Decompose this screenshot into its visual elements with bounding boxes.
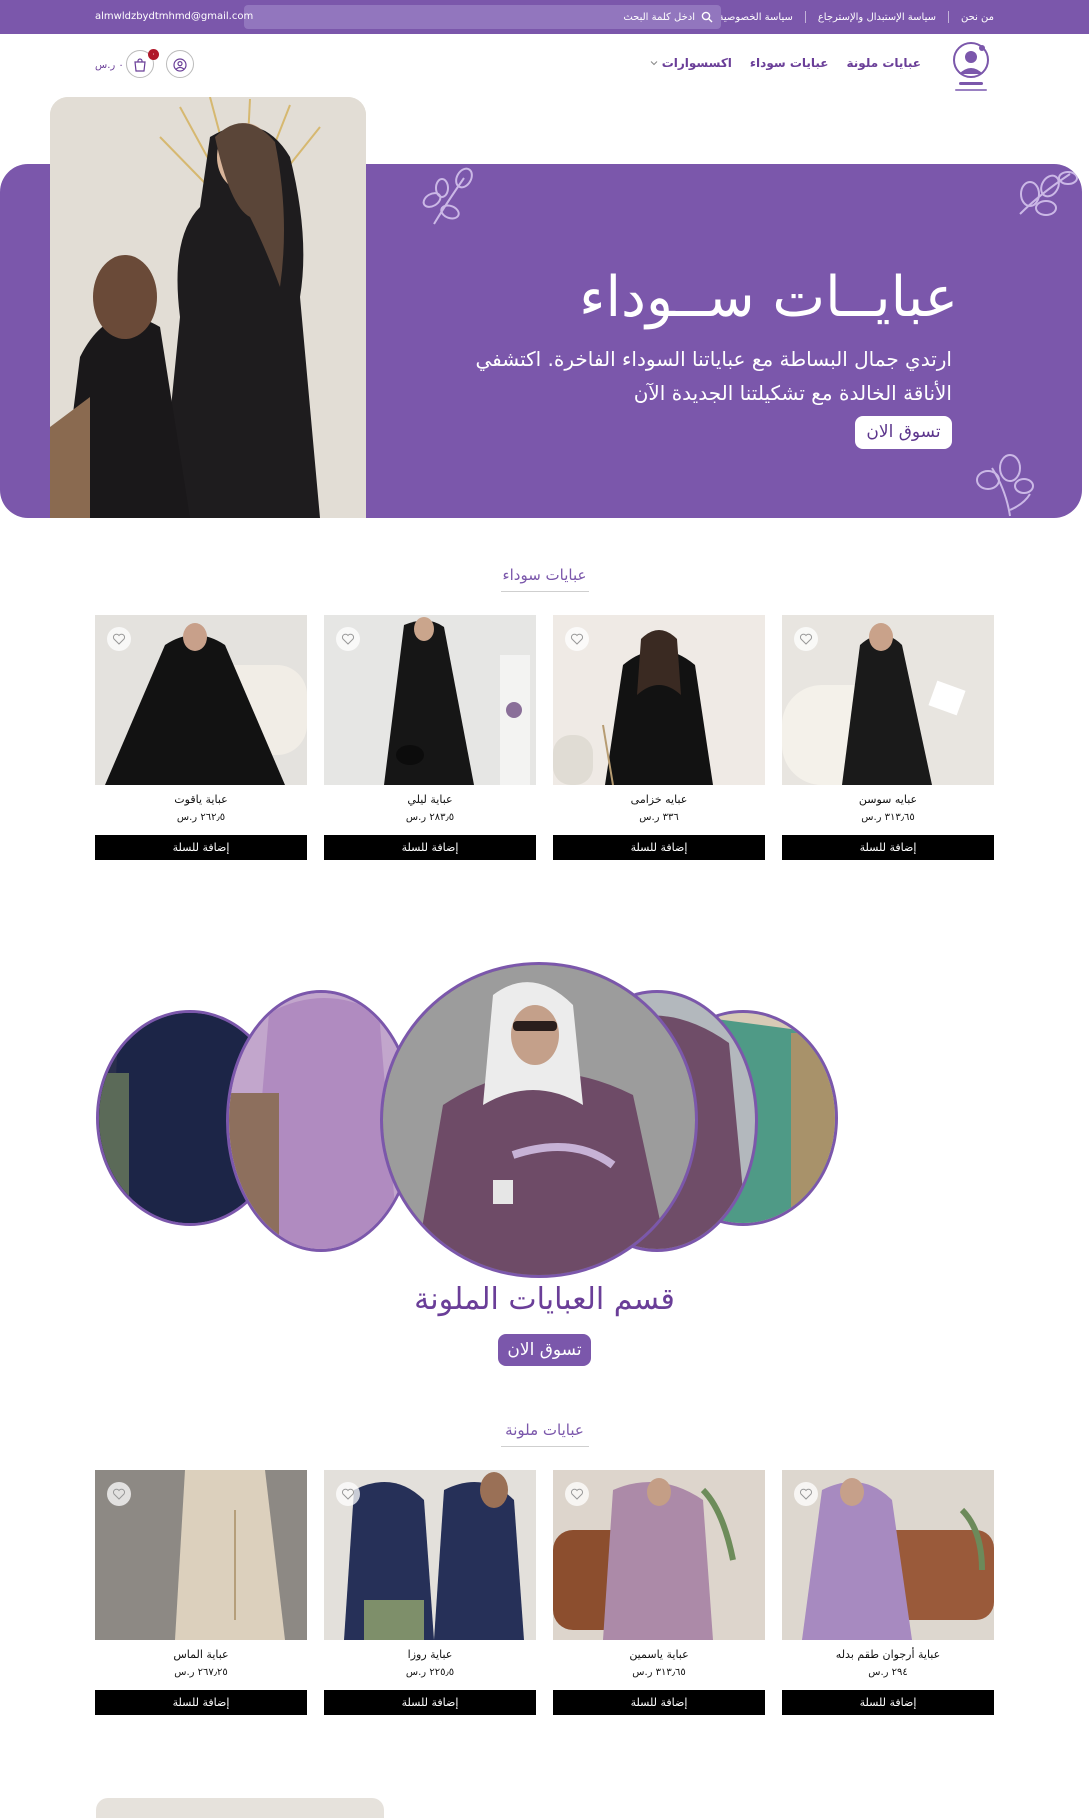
cart-count-badge: ٠ [148, 49, 159, 60]
heart-icon[interactable] [107, 1482, 131, 1506]
product-card[interactable]: عباية روزا ٢٢٥٫٥ ر.س إضافة للسلة [324, 1470, 536, 1715]
product-price: ٢٦٢٫٥ ر.س [176, 812, 226, 823]
product-name[interactable]: عباية ليلي [324, 793, 536, 806]
product-image[interactable] [95, 615, 307, 785]
product-card[interactable]: عبايه خزامى ٣٣٦ ر.س إضافة للسلة [553, 615, 765, 860]
next-section-image [96, 1798, 384, 1818]
product-image[interactable] [324, 1470, 536, 1640]
divider [948, 11, 949, 23]
product-card[interactable]: عباية ياقوت ٢٦٢٫٥ ر.س إضافة للسلة [95, 615, 307, 860]
hero-title: عبايــات ســوداء [579, 265, 958, 330]
main-nav: عبايات ملونة عبايات سوداء اكسسوارات ٠ ٠ … [0, 34, 1089, 98]
colored-abayas-collage[interactable] [96, 962, 996, 1278]
cart-total: ٠ ر.س [95, 60, 124, 71]
heart-icon[interactable] [794, 627, 818, 651]
product-card[interactable]: عباية الماس ٢٦٧٫٢٥ ر.س إضافة للسلة [95, 1470, 307, 1715]
hero-shop-now-button[interactable]: تسوق الان [855, 416, 952, 449]
colored-abayas-section-title: قسم العبايات الملونة [414, 1282, 675, 1317]
user-icon [173, 57, 187, 76]
hero-image [50, 97, 366, 518]
product-card[interactable]: عباية ياسمين ٣١٣٫٦٥ ر.س إضافة للسلة [553, 1470, 765, 1715]
cart-icon [133, 57, 147, 76]
store-logo[interactable] [949, 40, 993, 96]
product-image[interactable] [324, 615, 536, 785]
heart-icon[interactable] [336, 1482, 360, 1506]
flower-icon [970, 450, 1036, 518]
divider [501, 591, 589, 592]
product-name[interactable]: عبايه خزامى [553, 793, 765, 806]
product-price: ٣١٣٫٦٥ ر.س [632, 1667, 686, 1678]
add-to-cart-button[interactable]: إضافة للسلة [324, 1690, 536, 1715]
search-box[interactable] [244, 5, 721, 29]
product-name[interactable]: عباية ياسمين [553, 1648, 765, 1661]
add-to-cart-button[interactable]: إضافة للسلة [553, 835, 765, 860]
heart-icon[interactable] [565, 627, 589, 651]
product-image[interactable] [782, 615, 994, 785]
flower-icon [414, 164, 480, 238]
product-price: ٢٢٥٫٥ ر.س [405, 1667, 455, 1678]
product-price: ٣٣٦ ر.س [639, 812, 679, 823]
nav-item-label: اكسسوارات [661, 56, 732, 70]
heart-icon[interactable] [565, 1482, 589, 1506]
nav-item-accessories[interactable]: اكسسوارات [650, 56, 732, 70]
product-name[interactable]: عباية الماس [95, 1648, 307, 1661]
nav-links: عبايات ملونة عبايات سوداء اكسسوارات [650, 56, 921, 70]
product-image[interactable] [553, 1470, 765, 1640]
link-privacy-policy[interactable]: سياسة الخصوصية [718, 12, 792, 23]
section-title-black-abayas: عبايات سوداء [502, 566, 587, 584]
product-card[interactable]: عبايه سوسن ٣١٣٫٦٥ ر.س إضافة للسلة [782, 615, 994, 860]
heart-icon[interactable] [336, 627, 360, 651]
link-about[interactable]: من نحن [961, 12, 994, 23]
product-price: ٢٦٧٫٢٥ ر.س [174, 1667, 228, 1678]
product-image[interactable] [95, 1470, 307, 1640]
top-bar: من نحن سياسة الإستبدال والإسترجاع سياسة … [0, 0, 1089, 34]
colored-shop-now-button[interactable]: تسوق الان [498, 1334, 591, 1366]
product-price: ٢٩٤ ر.س [868, 1667, 908, 1678]
link-return-policy[interactable]: سياسة الإستبدال والإسترجاع [818, 12, 936, 23]
product-image[interactable] [553, 615, 765, 785]
product-price: ٢٨٣٫٥ ر.س [405, 812, 455, 823]
add-to-cart-button[interactable]: إضافة للسلة [324, 835, 536, 860]
add-to-cart-button[interactable]: إضافة للسلة [782, 1690, 994, 1715]
chevron-down-icon [650, 56, 658, 70]
heart-icon[interactable] [107, 627, 131, 651]
add-to-cart-button[interactable]: إضافة للسلة [553, 1690, 765, 1715]
section-title-colored-abayas: عبايات ملونة [505, 1421, 584, 1439]
product-price: ٣١٣٫٦٥ ر.س [861, 812, 915, 823]
product-card[interactable]: عباية أرجوان طقم بدله ٢٩٤ ر.س إضافة للسل… [782, 1470, 994, 1715]
hero-subtitle: ارتدي جمال البساطة مع عباياتنا السوداء ا… [475, 347, 952, 405]
top-links: من نحن سياسة الإستبدال والإسترجاع سياسة … [718, 0, 994, 34]
search-icon[interactable] [701, 11, 713, 23]
search-input[interactable] [275, 11, 695, 23]
product-name[interactable]: عبايه سوسن [782, 793, 994, 806]
product-image[interactable] [782, 1470, 994, 1640]
flower-icon [1010, 164, 1082, 238]
heart-icon[interactable] [794, 1482, 818, 1506]
add-to-cart-button[interactable]: إضافة للسلة [95, 835, 307, 860]
divider [804, 11, 806, 23]
product-card[interactable]: عباية ليلي ٢٨٣٫٥ ر.س إضافة للسلة [324, 615, 536, 860]
nav-item-colored-abayas[interactable]: عبايات ملونة [847, 56, 921, 70]
product-name[interactable]: عباية روزا [324, 1648, 536, 1661]
add-to-cart-button[interactable]: إضافة للسلة [782, 835, 994, 860]
add-to-cart-button[interactable]: إضافة للسلة [95, 1690, 307, 1715]
collage-image-featured[interactable] [380, 962, 698, 1278]
user-account-button[interactable] [166, 50, 194, 78]
nav-item-black-abayas[interactable]: عبايات سوداء [750, 56, 829, 70]
product-name[interactable]: عباية ياقوت [95, 793, 307, 806]
contact-email[interactable]: almwldzbydtmhmd@gmail.com [95, 11, 253, 22]
divider [501, 1446, 589, 1447]
product-name[interactable]: عباية أرجوان طقم بدله [782, 1648, 994, 1661]
